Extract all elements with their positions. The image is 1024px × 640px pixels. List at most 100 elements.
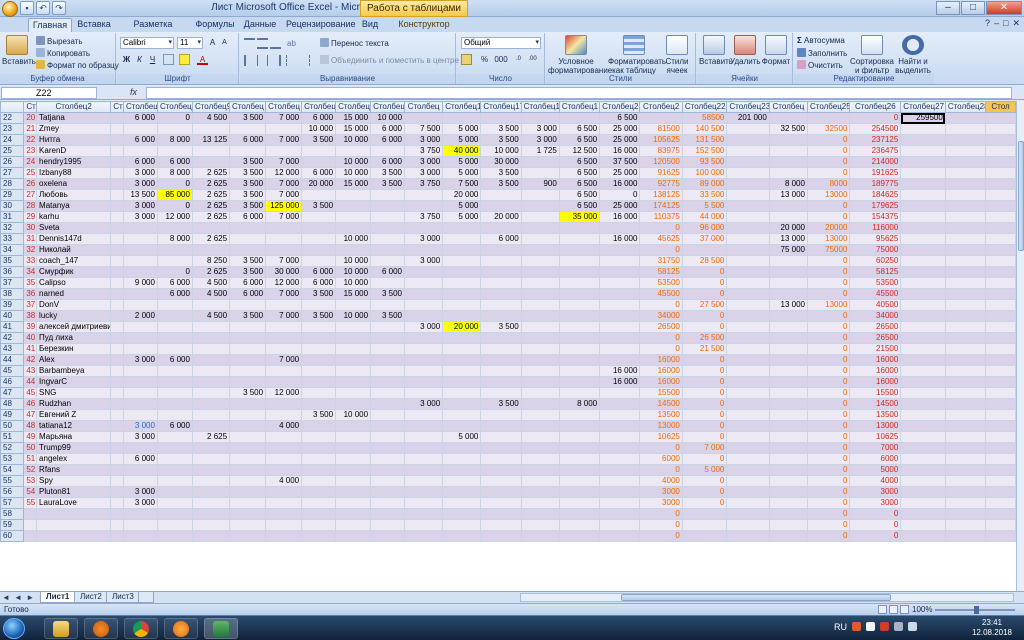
- data-cell[interactable]: [110, 398, 124, 410]
- data-cell[interactable]: 5 000: [442, 134, 482, 146]
- data-cell[interactable]: 40 000: [442, 145, 482, 157]
- data-cell[interactable]: 6 000: [123, 134, 158, 146]
- data-cell[interactable]: [301, 398, 337, 410]
- data-cell[interactable]: 0: [681, 354, 728, 366]
- data-cell[interactable]: 14500: [849, 398, 902, 410]
- name-cell[interactable]: DonV: [36, 299, 112, 311]
- data-cell[interactable]: [110, 486, 124, 498]
- data-cell[interactable]: 12 500: [558, 145, 601, 157]
- data-cell[interactable]: [944, 409, 987, 421]
- data-cell[interactable]: 8000: [806, 178, 851, 190]
- data-cell[interactable]: [123, 123, 158, 135]
- data-cell[interactable]: 32500: [806, 123, 851, 135]
- data-cell[interactable]: 6 000: [301, 167, 337, 179]
- data-cell[interactable]: [520, 266, 560, 278]
- name-cell[interactable]: Calipso: [36, 277, 112, 289]
- data-cell[interactable]: [558, 387, 601, 399]
- data-cell[interactable]: [301, 464, 337, 476]
- data-cell[interactable]: [944, 420, 987, 432]
- rank-cell[interactable]: 25: [23, 167, 38, 179]
- name-cell[interactable]: KarenD: [36, 145, 112, 157]
- data-cell[interactable]: 1 725: [520, 145, 560, 157]
- data-cell[interactable]: [520, 530, 560, 542]
- data-cell[interactable]: 6 500: [558, 123, 601, 135]
- data-cell[interactable]: [985, 376, 1016, 388]
- data-cell[interactable]: [370, 475, 406, 487]
- data-cell[interactable]: 6 000: [370, 156, 406, 168]
- data-cell[interactable]: 6 500: [558, 178, 601, 190]
- data-cell[interactable]: 20 000: [442, 189, 482, 201]
- data-cell[interactable]: 6 000: [156, 288, 193, 300]
- data-cell[interactable]: 26500: [639, 321, 683, 333]
- data-cell[interactable]: [191, 398, 231, 410]
- data-cell[interactable]: [985, 211, 1016, 223]
- data-cell[interactable]: [599, 266, 641, 278]
- data-cell[interactable]: [370, 431, 406, 443]
- data-cell[interactable]: [229, 145, 267, 157]
- data-cell[interactable]: [599, 255, 641, 267]
- row-header[interactable]: 36: [0, 266, 25, 278]
- data-cell[interactable]: [123, 244, 158, 256]
- column-header[interactable]: Столбец: [229, 101, 267, 113]
- data-cell[interactable]: 3 000: [123, 200, 158, 212]
- row-header[interactable]: 38: [0, 288, 25, 300]
- data-cell[interactable]: [985, 420, 1016, 432]
- data-cell[interactable]: [229, 332, 267, 344]
- data-cell[interactable]: 0: [639, 519, 683, 531]
- data-cell[interactable]: [520, 189, 560, 201]
- data-cell[interactable]: 0: [156, 200, 193, 212]
- data-cell[interactable]: [404, 222, 444, 234]
- data-cell[interactable]: [768, 200, 808, 212]
- data-cell[interactable]: [110, 233, 124, 245]
- data-cell[interactable]: [404, 442, 444, 454]
- data-cell[interactable]: [370, 343, 406, 355]
- data-cell[interactable]: [335, 145, 372, 157]
- data-cell[interactable]: 0: [681, 420, 728, 432]
- data-cell[interactable]: [768, 167, 808, 179]
- data-cell[interactable]: [985, 255, 1016, 267]
- row-header[interactable]: 42: [0, 332, 25, 344]
- data-cell[interactable]: 3 000: [404, 156, 444, 168]
- data-cell[interactable]: [404, 420, 444, 432]
- data-cell[interactable]: 83975: [639, 145, 683, 157]
- row-header[interactable]: 29: [0, 189, 25, 201]
- data-cell[interactable]: [900, 310, 946, 322]
- data-cell[interactable]: [404, 497, 444, 509]
- decrease-indent-icon[interactable]: [286, 55, 297, 66]
- name-cell[interactable]: IngvarC: [36, 376, 112, 388]
- data-cell[interactable]: [480, 332, 522, 344]
- data-cell[interactable]: [480, 453, 522, 465]
- data-cell[interactable]: [944, 167, 987, 179]
- data-cell[interactable]: 0: [681, 431, 728, 443]
- data-cell[interactable]: [335, 321, 372, 333]
- data-cell[interactable]: [985, 442, 1016, 454]
- data-cell[interactable]: [599, 354, 641, 366]
- data-cell[interactable]: [726, 508, 770, 520]
- data-cell[interactable]: [726, 288, 770, 300]
- data-cell[interactable]: 26 500: [681, 332, 728, 344]
- data-cell[interactable]: [480, 376, 522, 388]
- rank-cell[interactable]: [23, 519, 38, 531]
- data-cell[interactable]: 4000: [849, 475, 902, 487]
- tab-insert[interactable]: Вставка: [74, 18, 114, 32]
- data-cell[interactable]: [599, 497, 641, 509]
- data-cell[interactable]: 7 000: [265, 112, 303, 124]
- data-cell[interactable]: [301, 431, 337, 443]
- rank-cell[interactable]: 39: [23, 321, 38, 333]
- rank-cell[interactable]: 46: [23, 398, 38, 410]
- tab-review[interactable]: Рецензирование: [286, 18, 356, 32]
- data-cell[interactable]: 45500: [639, 288, 683, 300]
- data-cell[interactable]: [681, 530, 728, 542]
- data-cell[interactable]: [301, 376, 337, 388]
- row-header[interactable]: 60: [0, 530, 25, 542]
- data-cell[interactable]: [520, 508, 560, 520]
- data-cell[interactable]: [726, 365, 770, 377]
- data-cell[interactable]: 3 000: [123, 167, 158, 179]
- data-cell[interactable]: 0: [156, 266, 193, 278]
- data-cell[interactable]: [229, 530, 267, 542]
- format-cells-button[interactable]: Формат: [761, 35, 791, 66]
- data-cell[interactable]: 191625: [849, 167, 902, 179]
- data-cell[interactable]: [944, 134, 987, 146]
- data-cell[interactable]: [768, 354, 808, 366]
- data-cell[interactable]: 10625: [849, 431, 902, 443]
